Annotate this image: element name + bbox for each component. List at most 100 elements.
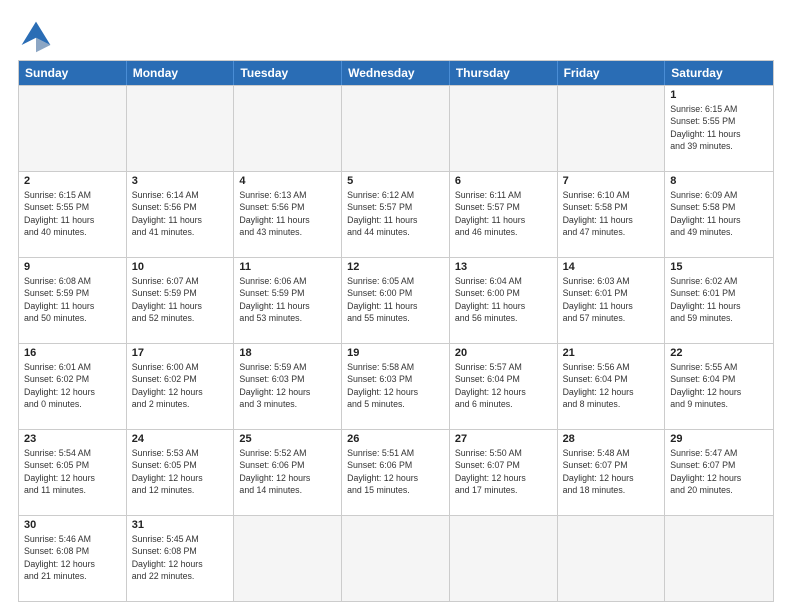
day-info: Sunrise: 6:14 AM Sunset: 5:56 PM Dayligh… (132, 189, 229, 238)
day-info: Sunrise: 6:13 AM Sunset: 5:56 PM Dayligh… (239, 189, 336, 238)
weekday-header-tuesday: Tuesday (234, 61, 342, 85)
calendar-cell (665, 516, 773, 601)
day-number: 8 (670, 175, 768, 187)
day-number: 30 (24, 519, 121, 531)
calendar-cell: 31 Sunrise: 5:45 AM Sunset: 6:08 PM Dayli… (127, 516, 235, 601)
calendar-cell (558, 86, 666, 171)
calendar-cell: 12 Sunrise: 6:05 AM Sunset: 6:00 PM Dayli… (342, 258, 450, 343)
day-number: 27 (455, 433, 552, 445)
calendar-cell: 28Sunrise: 5:48 AM Sunset: 6:07 PM Dayli… (558, 430, 666, 515)
day-number: 28 (563, 433, 660, 445)
day-info: Sunrise: 5:56 AM Sunset: 6:04 PM Dayligh… (563, 361, 660, 410)
page: SundayMondayTuesdayWednesdayThursdayFrid… (0, 0, 792, 612)
calendar-cell: 13Sunrise: 6:04 AM Sunset: 6:00 PM Dayli… (450, 258, 558, 343)
calendar-cell: 23Sunrise: 5:54 AM Sunset: 6:05 PM Dayli… (19, 430, 127, 515)
weekday-header-friday: Friday (558, 61, 666, 85)
calendar-cell: 1 Sunrise: 6:15 AM Sunset: 5:55 PM Daylig… (665, 86, 773, 171)
day-info: Sunrise: 5:46 AM Sunset: 6:08 PM Dayligh… (24, 533, 121, 582)
calendar-row-1: 2 Sunrise: 6:15 AM Sunset: 5:55 PM Daylig… (19, 171, 773, 257)
calendar-cell: 30 Sunrise: 5:46 AM Sunset: 6:08 PM Dayli… (19, 516, 127, 601)
day-number: 1 (670, 89, 768, 101)
day-info: Sunrise: 5:52 AM Sunset: 6:06 PM Dayligh… (239, 447, 336, 496)
day-info: Sunrise: 6:11 AM Sunset: 5:57 PM Dayligh… (455, 189, 552, 238)
day-info: Sunrise: 5:57 AM Sunset: 6:04 PM Dayligh… (455, 361, 552, 410)
day-info: Sunrise: 6:15 AM Sunset: 5:55 PM Dayligh… (670, 103, 768, 152)
day-info: Sunrise: 5:51 AM Sunset: 6:06 PM Dayligh… (347, 447, 444, 496)
day-number: 4 (239, 175, 336, 187)
day-info: Sunrise: 5:59 AM Sunset: 6:03 PM Dayligh… (239, 361, 336, 410)
day-number: 22 (670, 347, 768, 359)
calendar-cell: 8Sunrise: 6:09 AM Sunset: 5:58 PM Daylig… (665, 172, 773, 257)
calendar-header: SundayMondayTuesdayWednesdayThursdayFrid… (19, 61, 773, 85)
calendar-cell (234, 516, 342, 601)
day-number: 29 (670, 433, 768, 445)
weekday-header-wednesday: Wednesday (342, 61, 450, 85)
day-number: 18 (239, 347, 336, 359)
day-number: 24 (132, 433, 229, 445)
calendar-cell (450, 516, 558, 601)
weekday-header-monday: Monday (127, 61, 235, 85)
weekday-header-thursday: Thursday (450, 61, 558, 85)
calendar-row-0: 1 Sunrise: 6:15 AM Sunset: 5:55 PM Daylig… (19, 85, 773, 171)
day-number: 15 (670, 261, 768, 273)
calendar-cell (342, 86, 450, 171)
weekday-header-sunday: Sunday (19, 61, 127, 85)
calendar-cell: 5Sunrise: 6:12 AM Sunset: 5:57 PM Daylig… (342, 172, 450, 257)
day-number: 31 (132, 519, 229, 531)
calendar-cell: 24 Sunrise: 5:53 AM Sunset: 6:05 PM Dayli… (127, 430, 235, 515)
calendar-cell: 22 Sunrise: 5:55 AM Sunset: 6:04 PM Dayli… (665, 344, 773, 429)
day-number: 26 (347, 433, 444, 445)
day-number: 2 (24, 175, 121, 187)
calendar-cell: 10 Sunrise: 6:07 AM Sunset: 5:59 PM Dayli… (127, 258, 235, 343)
calendar-cell: 4 Sunrise: 6:13 AM Sunset: 5:56 PM Daylig… (234, 172, 342, 257)
header (18, 18, 774, 54)
day-number: 21 (563, 347, 660, 359)
calendar: SundayMondayTuesdayWednesdayThursdayFrid… (18, 60, 774, 602)
calendar-cell: 29 Sunrise: 5:47 AM Sunset: 6:07 PM Dayli… (665, 430, 773, 515)
calendar-cell: 3 Sunrise: 6:14 AM Sunset: 5:56 PM Daylig… (127, 172, 235, 257)
day-info: Sunrise: 5:50 AM Sunset: 6:07 PM Dayligh… (455, 447, 552, 496)
calendar-cell: 20Sunrise: 5:57 AM Sunset: 6:04 PM Dayli… (450, 344, 558, 429)
logo (18, 18, 60, 54)
calendar-cell: 2 Sunrise: 6:15 AM Sunset: 5:55 PM Daylig… (19, 172, 127, 257)
calendar-cell (234, 86, 342, 171)
day-info: Sunrise: 6:07 AM Sunset: 5:59 PM Dayligh… (132, 275, 229, 324)
calendar-row-3: 16Sunrise: 6:01 AM Sunset: 6:02 PM Dayli… (19, 343, 773, 429)
calendar-cell: 9Sunrise: 6:08 AM Sunset: 5:59 PM Daylig… (19, 258, 127, 343)
day-number: 19 (347, 347, 444, 359)
day-info: Sunrise: 5:54 AM Sunset: 6:05 PM Dayligh… (24, 447, 121, 496)
day-number: 3 (132, 175, 229, 187)
day-info: Sunrise: 5:55 AM Sunset: 6:04 PM Dayligh… (670, 361, 768, 410)
day-number: 17 (132, 347, 229, 359)
day-number: 10 (132, 261, 229, 273)
calendar-cell: 11Sunrise: 6:06 AM Sunset: 5:59 PM Dayli… (234, 258, 342, 343)
calendar-row-4: 23Sunrise: 5:54 AM Sunset: 6:05 PM Dayli… (19, 429, 773, 515)
calendar-cell: 15Sunrise: 6:02 AM Sunset: 6:01 PM Dayli… (665, 258, 773, 343)
day-info: Sunrise: 6:08 AM Sunset: 5:59 PM Dayligh… (24, 275, 121, 324)
calendar-cell: 16Sunrise: 6:01 AM Sunset: 6:02 PM Dayli… (19, 344, 127, 429)
day-info: Sunrise: 6:10 AM Sunset: 5:58 PM Dayligh… (563, 189, 660, 238)
day-info: Sunrise: 6:15 AM Sunset: 5:55 PM Dayligh… (24, 189, 121, 238)
weekday-header-saturday: Saturday (665, 61, 773, 85)
day-number: 13 (455, 261, 552, 273)
calendar-cell: 7Sunrise: 6:10 AM Sunset: 5:58 PM Daylig… (558, 172, 666, 257)
day-info: Sunrise: 5:47 AM Sunset: 6:07 PM Dayligh… (670, 447, 768, 496)
calendar-cell: 21 Sunrise: 5:56 AM Sunset: 6:04 PM Dayli… (558, 344, 666, 429)
calendar-cell: 25 Sunrise: 5:52 AM Sunset: 6:06 PM Dayli… (234, 430, 342, 515)
day-info: Sunrise: 6:05 AM Sunset: 6:00 PM Dayligh… (347, 275, 444, 324)
day-number: 12 (347, 261, 444, 273)
day-info: Sunrise: 6:00 AM Sunset: 6:02 PM Dayligh… (132, 361, 229, 410)
calendar-cell (19, 86, 127, 171)
day-info: Sunrise: 6:03 AM Sunset: 6:01 PM Dayligh… (563, 275, 660, 324)
calendar-cell (342, 516, 450, 601)
calendar-cell: 19 Sunrise: 5:58 AM Sunset: 6:03 PM Dayli… (342, 344, 450, 429)
day-info: Sunrise: 6:01 AM Sunset: 6:02 PM Dayligh… (24, 361, 121, 410)
day-number: 25 (239, 433, 336, 445)
day-number: 14 (563, 261, 660, 273)
day-info: Sunrise: 5:45 AM Sunset: 6:08 PM Dayligh… (132, 533, 229, 582)
day-number: 5 (347, 175, 444, 187)
logo-icon (18, 18, 54, 54)
day-info: Sunrise: 5:58 AM Sunset: 6:03 PM Dayligh… (347, 361, 444, 410)
day-info: Sunrise: 5:53 AM Sunset: 6:05 PM Dayligh… (132, 447, 229, 496)
calendar-cell: 17 Sunrise: 6:00 AM Sunset: 6:02 PM Dayli… (127, 344, 235, 429)
